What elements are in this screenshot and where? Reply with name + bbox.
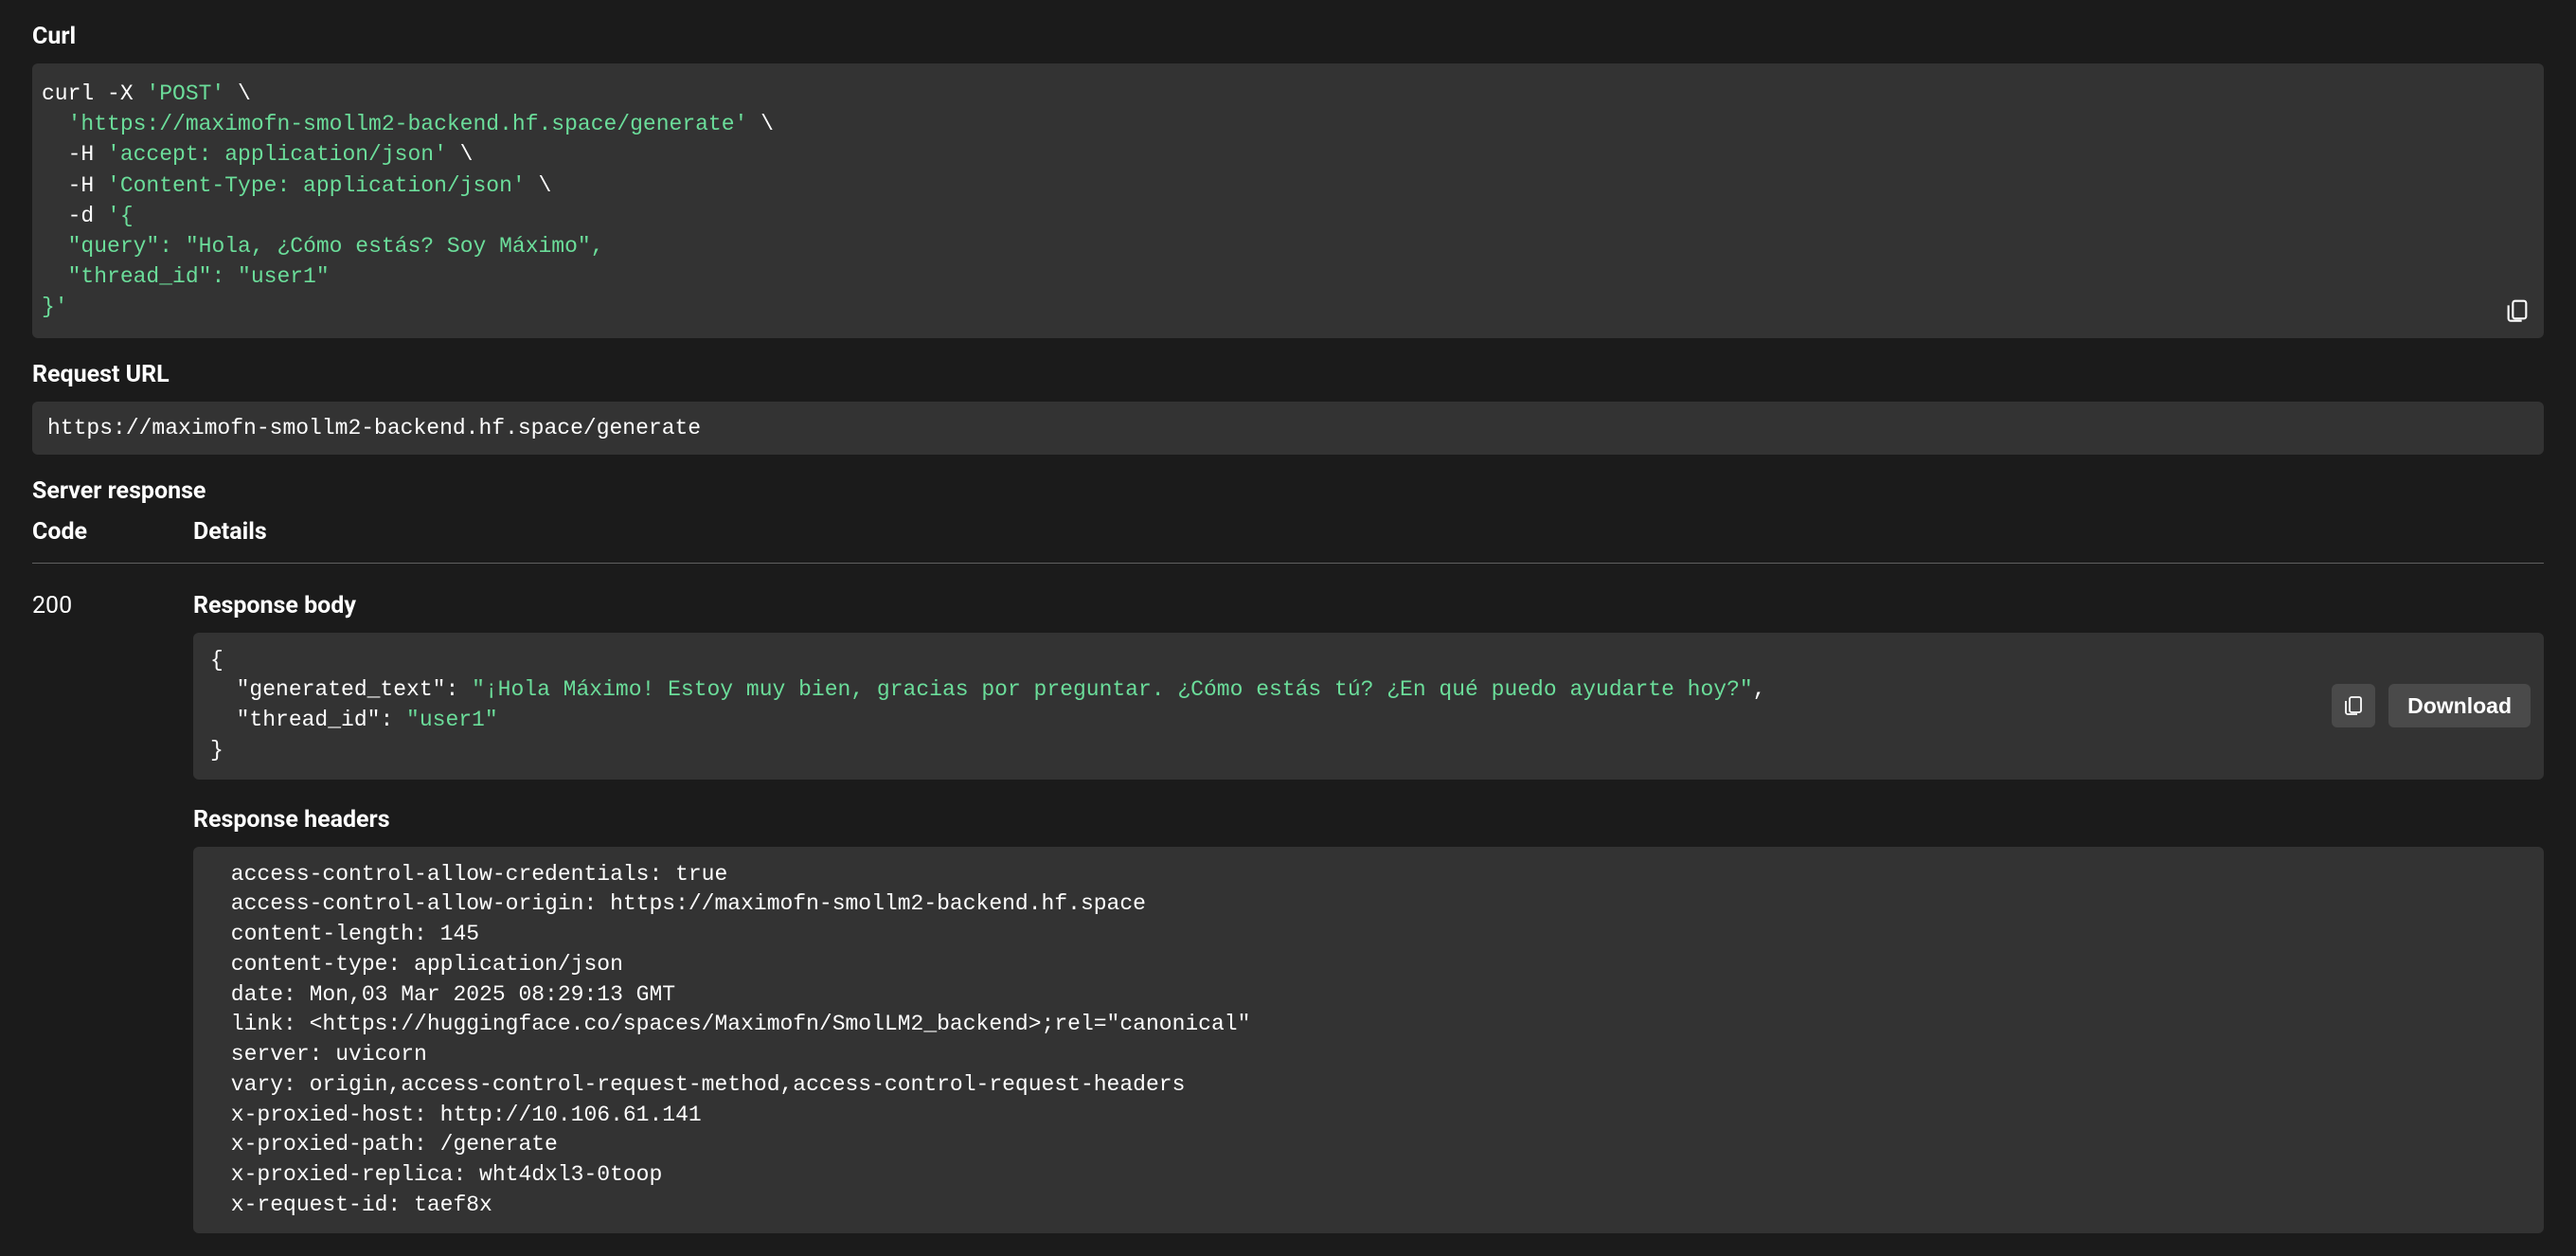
response-body-label: Response body [193, 592, 2544, 619]
header-line: date: Mon,03 Mar 2025 08:29:13 GMT [218, 982, 689, 1007]
response-body-block: { "generated_text": "¡Hola Máximo! Estoy… [193, 633, 2544, 780]
header-line: x-proxied-path: /generate [218, 1132, 571, 1157]
server-response-label: Server response [32, 477, 2544, 505]
response-body-actions: Download [2332, 684, 2531, 727]
curl-text: curl -X 'POST' \ 'https://maximofn-smoll… [42, 81, 774, 319]
response-table-head: Code Details [32, 518, 2544, 564]
copy-response-button[interactable] [2332, 684, 2375, 727]
code-header: Code [32, 518, 193, 546]
response-headers-block: access-control-allow-credentials: true a… [193, 847, 2544, 1234]
header-line: x-proxied-replica: wht4dxl3-0toop [218, 1162, 675, 1187]
header-line: content-type: application/json [218, 952, 636, 977]
response-headers-label: Response headers [193, 806, 2544, 834]
header-line: x-request-id: taef8x [218, 1193, 506, 1217]
curl-label: Curl [32, 23, 2544, 50]
request-url-value: https://maximofn-smollm2-backend.hf.spac… [47, 416, 701, 440]
header-line: content-length: 145 [218, 922, 492, 946]
header-line: server: uvicorn [218, 1042, 440, 1067]
clipboard-icon [2342, 693, 2365, 719]
status-code: 200 [32, 592, 193, 1234]
details-column: Response body { "generated_text": "¡Hola… [193, 592, 2544, 1234]
header-line: access-control-allow-origin: https://max… [218, 891, 1159, 916]
response-table-body: 200 Response body { "generated_text": "¡… [32, 564, 2544, 1234]
header-line: link: <https://huggingface.co/spaces/Max… [218, 1012, 1263, 1036]
header-line: vary: origin,access-control-request-meth… [218, 1072, 1198, 1097]
request-url-label: Request URL [32, 361, 2544, 388]
response-body-text: { "generated_text": "¡Hola Máximo! Estoy… [210, 648, 1766, 763]
header-line: access-control-allow-credentials: true [218, 862, 741, 887]
header-line: x-proxied-host: http://10.106.61.141 [218, 1103, 715, 1127]
details-header: Details [193, 518, 267, 546]
curl-code-block: curl -X 'POST' \ 'https://maximofn-smoll… [32, 63, 2544, 338]
request-url-block: https://maximofn-smollm2-backend.hf.spac… [32, 402, 2544, 455]
clipboard-icon [2504, 296, 2531, 326]
copy-curl-button[interactable] [2502, 296, 2532, 327]
download-button[interactable]: Download [2388, 684, 2531, 727]
